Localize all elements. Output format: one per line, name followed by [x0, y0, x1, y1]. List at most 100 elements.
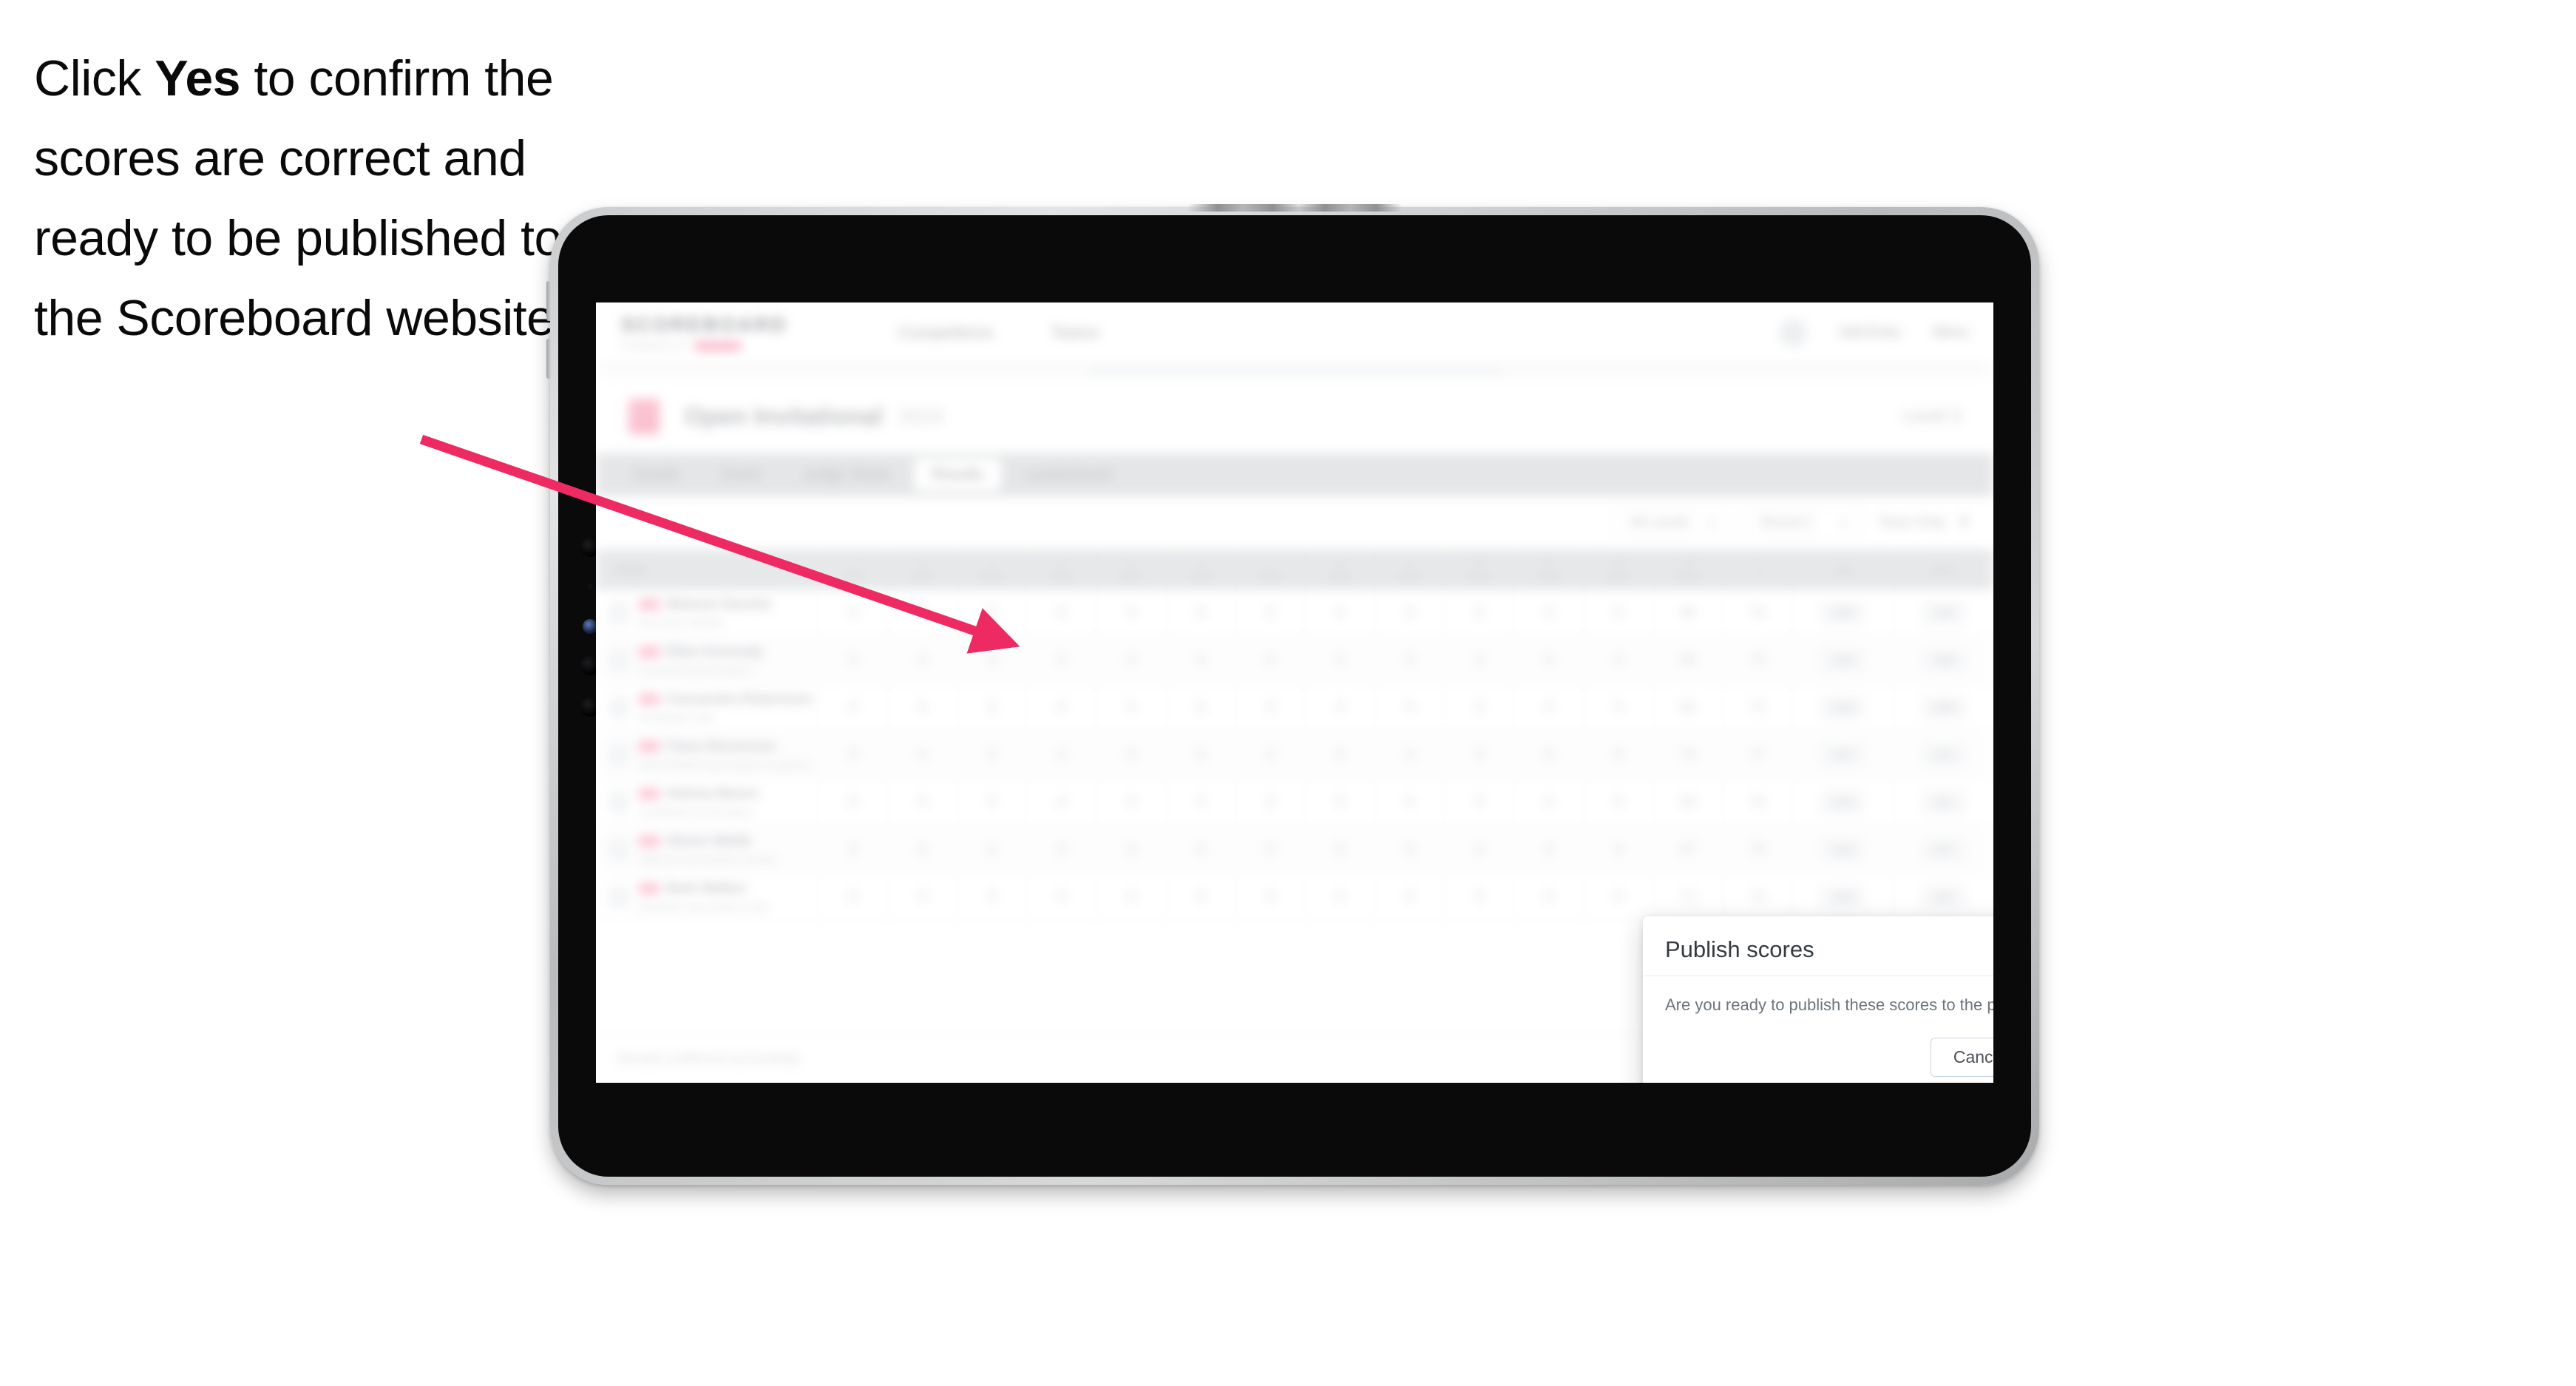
table-cell-score-5[interactable]: 8 — [1096, 731, 1166, 778]
column-header-Total[interactable]: Total — [1792, 550, 1893, 589]
table-cell-score-5[interactable]: 8 — [1096, 873, 1166, 920]
table-cell-score-11[interactable]: 8 — [1514, 731, 1583, 778]
table-cell-score-6[interactable]: 8 — [1165, 684, 1236, 731]
table-cell-score-2[interactable]: 8 — [887, 637, 957, 683]
table-cell-score-6[interactable]: 9 — [1165, 731, 1236, 778]
table-cell-score-9[interactable]: 9 — [1375, 589, 1444, 636]
table-cell-score-7[interactable]: 9 — [1235, 826, 1305, 873]
column-header-Score[interactable]: 13 Score — [1653, 550, 1723, 589]
table-cell-score-9[interactable]: 8 — [1375, 684, 1444, 731]
cancel-button[interactable]: Cancel — [1930, 1038, 1993, 1077]
table-cell-score-8[interactable]: 8 — [1304, 826, 1375, 873]
table-cell-score-1[interactable]: 8 — [818, 684, 887, 731]
table-cell-score-8[interactable]: 9 — [1304, 779, 1375, 825]
table-cell-score-3[interactable]: 8 — [957, 826, 1026, 873]
table-cell-score-7[interactable]: 9 — [1235, 684, 1305, 731]
table-cell-score-1[interactable]: 8 — [818, 779, 887, 825]
tab-details[interactable]: Details — [615, 459, 698, 491]
table-cell-score-3[interactable]: 8 — [957, 779, 1026, 825]
table-row[interactable]: Helena Moore Southbank Gymnastics 8 9 8 8 9 9 8 9… — [596, 779, 1993, 826]
table-cell-score-4[interactable]: 9 — [1026, 637, 1096, 683]
table-cell-score-4[interactable]: 8 — [1026, 873, 1096, 920]
table-cell-score-6[interactable]: 9 — [1165, 779, 1236, 825]
table-cell-score-6[interactable]: 8 — [1165, 589, 1236, 636]
table-row[interactable]: Cassandra Robertson Northgate Club 8 8 9 8 9 8 9… — [596, 684, 1993, 731]
table-cell-score-11[interactable]: 8 — [1514, 637, 1583, 683]
filter-team-select[interactable]: Team Only ▼ — [1878, 515, 1971, 531]
table-cell-score-8[interactable]: 8 — [1304, 731, 1375, 778]
table-cell-score-5[interactable]: 9 — [1096, 589, 1166, 636]
table-cell-score-6[interactable]: 9 — [1165, 637, 1236, 683]
table-cell-score-3[interactable]: 9 — [957, 589, 1026, 636]
table-cell-score-11[interactable]: 9 — [1514, 684, 1583, 731]
table-cell-score-3[interactable]: 9 — [957, 684, 1026, 731]
table-cell-score-5[interactable]: 9 — [1096, 684, 1166, 731]
table-cell-score-12[interactable]: 8 — [1583, 873, 1653, 920]
table-cell-score-7[interactable]: 8 — [1235, 637, 1305, 683]
table-cell-score-2[interactable]: 9 — [887, 589, 957, 636]
table-cell-score-2[interactable]: 9 — [887, 873, 957, 920]
table-cell-score-1[interactable]: 9 — [818, 637, 887, 683]
table-cell-score-9[interactable]: 9 — [1375, 779, 1444, 825]
table-cell-score-1[interactable]: 9 — [818, 826, 887, 873]
table-cell-score-7[interactable]: 9 — [1235, 589, 1305, 636]
table-cell-score-1[interactable]: 9 — [818, 731, 887, 778]
tab-leaderboard[interactable]: Leaderboard — [1007, 459, 1131, 491]
device-volume-up-button[interactable] — [546, 281, 552, 321]
column-header-Score[interactable]: 4 Score — [1026, 550, 1096, 589]
table-cell-score-9[interactable]: 8 — [1375, 637, 1444, 683]
table-cell-score-12[interactable]: 9 — [1583, 637, 1653, 683]
table-cell-score-2[interactable]: 8 — [887, 826, 957, 873]
table-cell-score-5[interactable]: 9 — [1096, 826, 1166, 873]
table-cell-score-11[interactable]: 9 — [1514, 826, 1583, 873]
table-cell-score-2[interactable]: 9 — [887, 731, 957, 778]
table-cell-score-8[interactable]: 9 — [1304, 637, 1375, 683]
nav-item-teams[interactable]: Teams — [1051, 323, 1099, 342]
table-cell-score-11[interactable]: 9 — [1514, 779, 1583, 825]
table-cell-score-5[interactable]: 8 — [1096, 637, 1166, 683]
tab-results[interactable]: Results — [913, 459, 1001, 491]
table-cell-score-8[interactable]: 9 — [1304, 873, 1375, 920]
table-cell-score-8[interactable]: 8 — [1304, 589, 1375, 636]
device-volume-down-button[interactable] — [546, 339, 552, 379]
table-cell-score-6[interactable]: 8 — [1165, 826, 1236, 873]
table-cell-score-10[interactable]: 9 — [1444, 826, 1514, 873]
table-cell-score-12[interactable]: 8 — [1583, 779, 1653, 825]
table-cell-score-4[interactable]: 9 — [1026, 826, 1096, 873]
table-cell-score-6[interactable]: 9 — [1165, 873, 1236, 920]
table-row[interactable]: Beth Walker Eastvale Gymnastics Club 8 9 9 8 8… — [596, 873, 1993, 921]
column-header-Score[interactable]: 12 Score — [1583, 550, 1653, 589]
table-cell-score-8[interactable]: 9 — [1304, 684, 1375, 731]
table-cell-score-10[interactable]: 8 — [1444, 589, 1514, 636]
table-cell-score-10[interactable]: 9 — [1444, 731, 1514, 778]
table-cell-score-12[interactable]: 8 — [1583, 731, 1653, 778]
table-cell-score-7[interactable]: 9 — [1235, 731, 1305, 778]
filter-level-select[interactable]: All Levels ▼ — [1615, 507, 1731, 539]
tab-event[interactable]: Event — [704, 459, 779, 491]
column-header-Score[interactable]: 1 Score — [818, 550, 887, 589]
table-cell-score-11[interactable]: 9 — [1514, 589, 1583, 636]
column-header-Status[interactable]: Status — [1893, 550, 1993, 589]
filter-round-select[interactable]: Round 1 ▼ — [1746, 507, 1862, 539]
table-cell-score-2[interactable]: 9 — [887, 779, 957, 825]
table-cell-score-1[interactable]: 8 — [818, 589, 887, 636]
column-header-Score[interactable]: 10 Score — [1444, 550, 1514, 589]
table-cell-score-7[interactable]: 8 — [1235, 779, 1305, 825]
table-cell-score-4[interactable]: 9 — [1026, 731, 1096, 778]
table-cell-score-4[interactable]: 8 — [1026, 684, 1096, 731]
table-row[interactable]: Clara Stevenson Summerfield Gymnastics Ac… — [596, 731, 1993, 779]
table-row[interactable]: Alison Webb Hillcrest Gymnastics Centre 9 8… — [596, 826, 1993, 873]
column-header-#[interactable]: # — [1722, 550, 1792, 589]
column-header-Score[interactable]: 9 Score — [1375, 550, 1444, 589]
column-header-Score[interactable]: 8 Score — [1304, 550, 1375, 589]
table-cell-score-3[interactable]: 8 — [957, 731, 1026, 778]
nav-item-competitions[interactable]: Competitions — [898, 323, 993, 342]
table-cell-score-9[interactable]: 8 — [1375, 826, 1444, 873]
column-header-Score[interactable]: 6 Score — [1165, 550, 1236, 589]
table-cell-score-2[interactable]: 8 — [887, 684, 957, 731]
table-cell-score-9[interactable]: 9 — [1375, 873, 1444, 920]
column-header-Score[interactable]: 11 Score — [1514, 550, 1583, 589]
table-cell-score-5[interactable]: 9 — [1096, 779, 1166, 825]
table-cell-score-4[interactable]: 8 — [1026, 779, 1096, 825]
column-header-Score[interactable]: 5 Score — [1096, 550, 1166, 589]
